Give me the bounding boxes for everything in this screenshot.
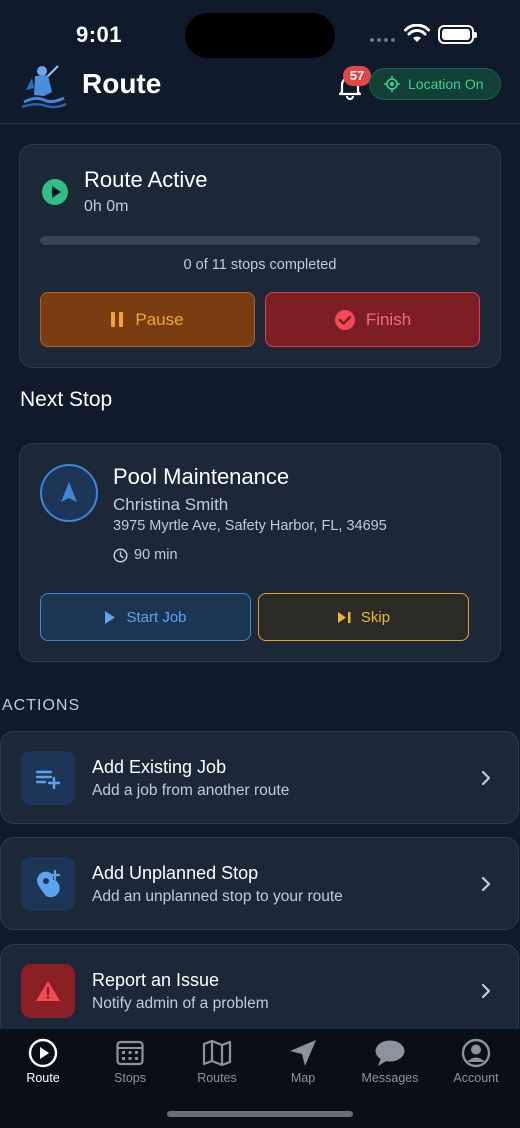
chevron-right-icon bbox=[481, 876, 491, 892]
navigation-arrow-icon bbox=[260, 1037, 346, 1069]
add-unplanned-stop-item[interactable]: Add Unplanned Stop Add an unplanned stop… bbox=[0, 837, 519, 930]
location-status-pill[interactable]: Location On bbox=[369, 68, 501, 100]
tab-label: Messages bbox=[361, 1071, 419, 1085]
check-circle-icon bbox=[334, 309, 355, 330]
play-circle-icon bbox=[0, 1037, 86, 1069]
notification-count-badge: 57 bbox=[343, 66, 371, 86]
cellular-signal-icon bbox=[370, 38, 395, 42]
tab-routes[interactable]: Routes bbox=[174, 1037, 260, 1085]
stop-address: 3975 Myrtle Ave, Safety Harbor, FL, 3469… bbox=[113, 518, 387, 534]
tab-label: Account bbox=[453, 1071, 499, 1085]
app-logo-icon bbox=[21, 65, 67, 109]
next-stop-card[interactable]: Pool Maintenance Christina Smith 3975 My… bbox=[19, 443, 501, 662]
finish-route-button[interactable]: Finish bbox=[265, 292, 480, 347]
route-active-play-icon bbox=[42, 179, 68, 205]
play-icon bbox=[105, 610, 116, 624]
tab-label: Routes bbox=[197, 1071, 237, 1085]
chevron-right-icon bbox=[481, 983, 491, 999]
skip-next-icon bbox=[337, 611, 351, 623]
page-title: Route bbox=[82, 68, 162, 99]
action-subtitle: Add an unplanned stop to your route bbox=[92, 888, 343, 905]
pause-button-label: Pause bbox=[135, 309, 184, 329]
action-subtitle: Notify admin of a problem bbox=[92, 995, 269, 1012]
map-folded-icon bbox=[174, 1037, 260, 1069]
chevron-right-icon bbox=[481, 770, 491, 786]
clock-icon bbox=[113, 547, 128, 563]
pause-icon bbox=[111, 312, 124, 327]
tab-messages[interactable]: Messages bbox=[347, 1037, 433, 1085]
status-time: 9:01 bbox=[76, 22, 123, 47]
route-status-title: Route Active bbox=[84, 167, 208, 192]
skip-label: Skip bbox=[360, 608, 391, 626]
camera-notch bbox=[185, 13, 335, 58]
start-job-button[interactable]: Start Job bbox=[40, 593, 251, 641]
navigation-circle bbox=[40, 464, 98, 522]
wifi-icon bbox=[404, 24, 430, 42]
stop-duration-text: 90 min bbox=[134, 547, 178, 563]
battery-icon bbox=[438, 25, 477, 44]
next-stop-heading: Next Stop bbox=[20, 388, 113, 411]
home-indicator bbox=[167, 1111, 353, 1117]
app-header: Route 57 Location On bbox=[0, 62, 520, 124]
chat-bubble-icon bbox=[347, 1037, 433, 1069]
action-subtitle: Add a job from another route bbox=[92, 782, 290, 799]
action-title: Add Unplanned Stop bbox=[92, 863, 259, 883]
route-progress-bar bbox=[40, 236, 480, 245]
warning-icon bbox=[21, 964, 75, 1018]
account-circle-icon bbox=[433, 1037, 519, 1069]
tab-map[interactable]: Map bbox=[260, 1037, 346, 1085]
stop-customer-name: Christina Smith bbox=[113, 495, 229, 514]
tab-account[interactable]: Account bbox=[433, 1037, 519, 1085]
add-location-icon bbox=[21, 857, 75, 911]
stop-service-title: Pool Maintenance bbox=[113, 464, 290, 489]
add-existing-job-item[interactable]: Add Existing Job Add a job from another … bbox=[0, 731, 519, 824]
pause-route-button[interactable]: Pause bbox=[40, 292, 255, 347]
location-status-label: Location On bbox=[408, 76, 484, 92]
report-issue-item[interactable]: Report an Issue Notify admin of a proble… bbox=[0, 944, 519, 1037]
playlist-add-icon bbox=[21, 751, 75, 805]
skip-stop-button[interactable]: Skip bbox=[258, 593, 469, 641]
gps-target-icon bbox=[384, 76, 400, 92]
finish-button-label: Finish bbox=[365, 309, 412, 329]
tab-label: Map bbox=[290, 1071, 316, 1085]
tab-stops[interactable]: Stops bbox=[87, 1037, 173, 1085]
tab-label: Stops bbox=[114, 1071, 146, 1085]
actions-heading: ACTIONS bbox=[2, 697, 81, 714]
calendar-grid-icon bbox=[87, 1037, 173, 1069]
stop-duration: 90 min bbox=[113, 547, 178, 563]
tab-route[interactable]: Route bbox=[0, 1037, 86, 1085]
route-active-card: Route Active 0h 0m 0 of 11 stops complet… bbox=[19, 144, 501, 368]
route-elapsed-time: 0h 0m bbox=[84, 198, 129, 215]
navigation-arrow-icon bbox=[61, 482, 77, 502]
status-bar: 9:01 bbox=[0, 0, 520, 62]
route-progress-text: 0 of 11 stops completed bbox=[183, 257, 337, 273]
action-title: Add Existing Job bbox=[92, 757, 227, 777]
start-job-label: Start Job bbox=[126, 608, 187, 626]
tab-label: Route bbox=[26, 1071, 60, 1085]
action-title: Report an Issue bbox=[92, 970, 220, 990]
